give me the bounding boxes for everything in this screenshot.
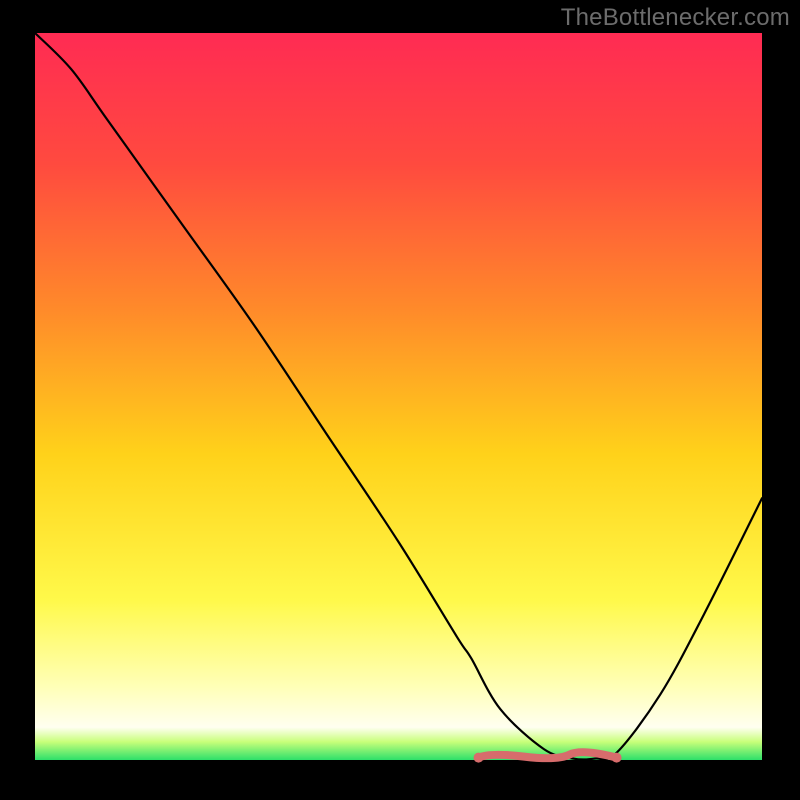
chart-frame: TheBottlenecker.com: [0, 0, 800, 800]
bottleneck-chart: [0, 0, 800, 800]
watermark-text: TheBottlenecker.com: [561, 4, 790, 32]
plot-background: [35, 33, 762, 760]
